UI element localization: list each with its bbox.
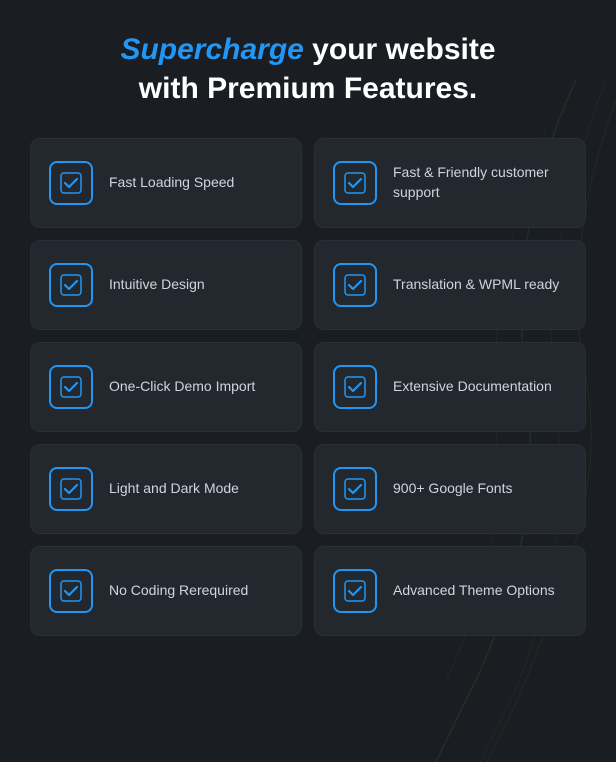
main-container: Supercharge your website with Premium Fe… (0, 0, 616, 666)
feature-label-fast-loading: Fast Loading Speed (109, 173, 234, 193)
page-title: Supercharge your website with Premium Fe… (30, 30, 586, 108)
feature-label-advanced-theme: Advanced Theme Options (393, 581, 555, 601)
feature-card-extensive-docs: Extensive Documentation (314, 342, 586, 432)
feature-card-google-fonts: 900+ Google Fonts (314, 444, 586, 534)
feature-card-fast-loading: Fast Loading Speed (30, 138, 302, 228)
feature-label-translation-wpml: Translation & WPML ready (393, 275, 559, 295)
check-icon-extensive-docs (333, 365, 377, 409)
page-header: Supercharge your website with Premium Fe… (30, 30, 586, 108)
feature-label-extensive-docs: Extensive Documentation (393, 377, 552, 397)
feature-card-one-click-demo: One-Click Demo Import (30, 342, 302, 432)
feature-label-light-dark-mode: Light and Dark Mode (109, 479, 239, 499)
check-icon-no-coding (49, 569, 93, 613)
feature-card-no-coding: No Coding Rerequired (30, 546, 302, 636)
feature-label-google-fonts: 900+ Google Fonts (393, 479, 512, 499)
check-icon-translation-wpml (333, 263, 377, 307)
features-grid: Fast Loading Speed Fast & Friendly custo… (30, 138, 586, 636)
check-icon-intuitive-design (49, 263, 93, 307)
feature-card-intuitive-design: Intuitive Design (30, 240, 302, 330)
feature-card-translation-wpml: Translation & WPML ready (314, 240, 586, 330)
feature-card-advanced-theme: Advanced Theme Options (314, 546, 586, 636)
feature-label-one-click-demo: One-Click Demo Import (109, 377, 255, 397)
check-icon-advanced-theme (333, 569, 377, 613)
title-supercharge: Supercharge (120, 33, 303, 66)
check-icon-fast-support (333, 161, 377, 205)
check-icon-fast-loading (49, 161, 93, 205)
check-icon-google-fonts (333, 467, 377, 511)
feature-label-intuitive-design: Intuitive Design (109, 275, 205, 295)
feature-card-fast-support: Fast & Friendly customer support (314, 138, 586, 228)
feature-label-no-coding: No Coding Rerequired (109, 581, 248, 601)
feature-card-light-dark-mode: Light and Dark Mode (30, 444, 302, 534)
feature-label-fast-support: Fast & Friendly customer support (393, 163, 567, 202)
check-icon-light-dark-mode (49, 467, 93, 511)
check-icon-one-click-demo (49, 365, 93, 409)
